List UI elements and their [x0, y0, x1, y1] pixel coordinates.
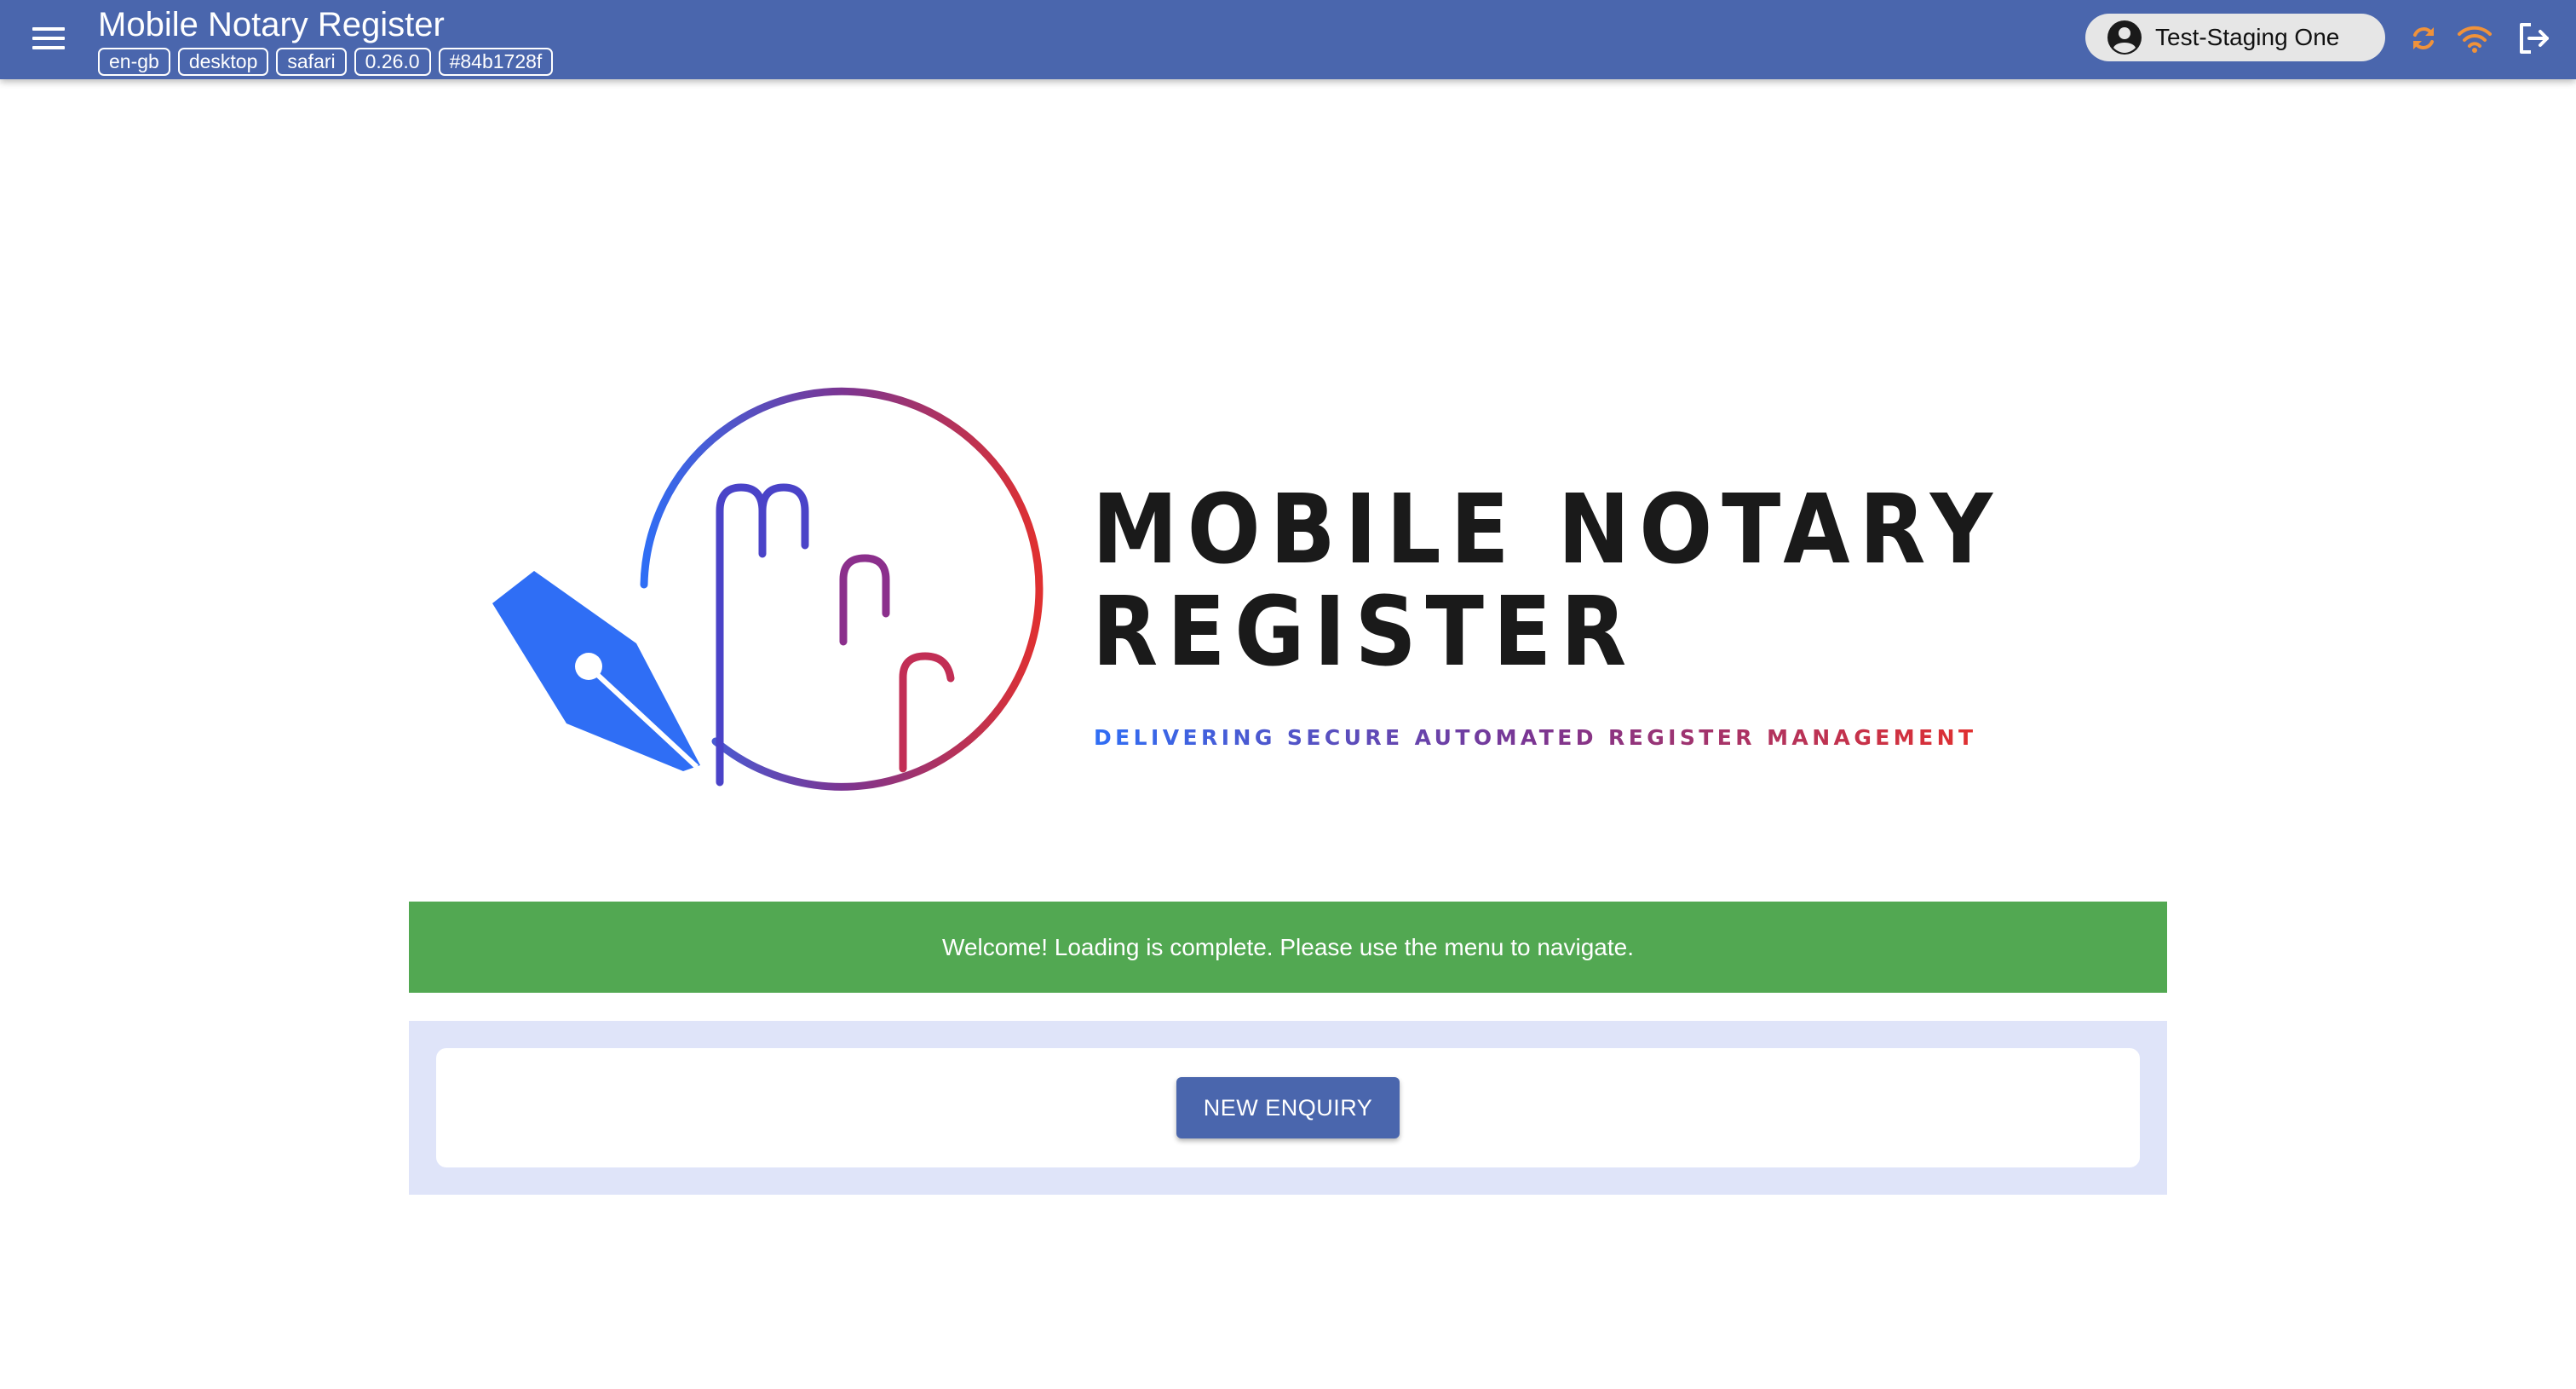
app-logo: MOBILE NOTARY REGISTER DELIVERING SECURE… — [477, 383, 2010, 827]
welcome-message: Welcome! Loading is complete. Please use… — [942, 933, 1634, 960]
sync-icon — [2413, 27, 2434, 49]
chip-browser: safari — [276, 48, 347, 76]
logo-tagline: DELIVERING SECURE AUTOMATED REGISTER MAN… — [1094, 725, 1973, 750]
logo-text-line2: REGISTER — [1092, 577, 1636, 688]
environment-chips: en-gb desktop safari 0.26.0 #84b1728f — [98, 48, 554, 76]
chip-locale: en-gb — [98, 48, 170, 76]
app-title: Mobile Notary Register — [98, 6, 445, 43]
user-name: Test-Staging One — [2155, 24, 2340, 50]
logo-text-line1: MOBILE NOTARY — [1092, 475, 2002, 585]
new-enquiry-button[interactable]: NEW ENQUIRY — [1176, 1077, 1400, 1138]
actions-panel: NEW ENQUIRY — [409, 1021, 2167, 1195]
logo-letter-n — [839, 554, 890, 646]
wifi-icon — [2458, 26, 2492, 53]
logout-icon — [2520, 23, 2549, 54]
user-account-button[interactable]: Test-Staging One — [2085, 14, 2385, 61]
logout-button[interactable] — [2515, 19, 2554, 58]
sync-button[interactable] — [2404, 19, 2443, 58]
logo-letter-m — [716, 483, 809, 787]
account-circle-icon — [2107, 20, 2142, 55]
menu-icon — [32, 27, 65, 49]
menu-button[interactable] — [26, 17, 72, 60]
logo-letter-r — [899, 652, 955, 773]
connection-status[interactable] — [2455, 19, 2494, 58]
welcome-banner: Welcome! Loading is complete. Please use… — [409, 902, 2167, 993]
chip-version: 0.26.0 — [354, 48, 431, 76]
chip-platform: desktop — [177, 48, 269, 76]
actions-card: NEW ENQUIRY — [436, 1048, 2140, 1167]
app-bar: Mobile Notary Register en-gb desktop saf… — [0, 0, 2576, 79]
chip-build-hash: #84b1728f — [438, 48, 554, 76]
logo-graphic: MOBILE NOTARY REGISTER DELIVERING SECURE… — [492, 387, 2002, 791]
pen-nib-icon — [492, 571, 700, 771]
title-block: Mobile Notary Register en-gb desktop saf… — [98, 3, 554, 76]
